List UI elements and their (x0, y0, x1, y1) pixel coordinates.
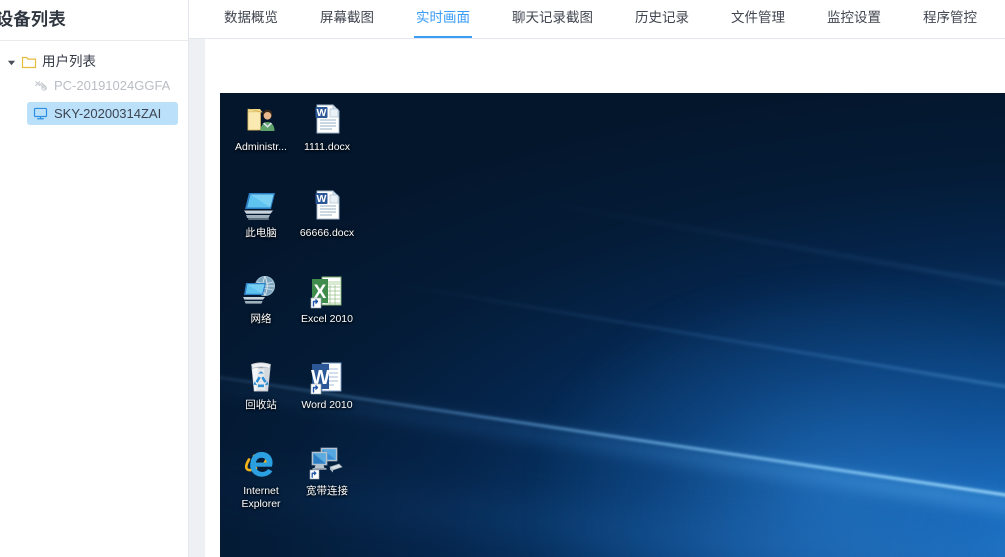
recycle-bin-icon (243, 359, 279, 395)
tab-history[interactable]: 历史记录 (635, 0, 689, 38)
remote-desktop-wallpaper: Administr... W 1111.docx 此电脑 W 66666.doc… (220, 93, 1005, 557)
remote-screen-viewport[interactable]: Administr... W 1111.docx 此电脑 W 66666.doc… (220, 93, 1005, 557)
desktop-icon-label: 网络 (250, 313, 272, 325)
excel-shortcut-icon: X (309, 273, 345, 309)
main-area: 数据概览 屏幕截图 实时画面 聊天记录截图 历史记录 文件管理 监控设置 程序管… (189, 0, 1005, 557)
tree-root-label: 用户列表 (42, 54, 96, 69)
desktop-icon-66666-docx[interactable]: W 66666.docx (295, 183, 359, 269)
tab-monitor-settings[interactable]: 监控设置 (827, 0, 881, 38)
svg-text:W: W (317, 107, 327, 119)
desktop-icon-recycle-bin[interactable]: 回收站 (229, 355, 293, 441)
desktop-icon-label: 回收站 (245, 399, 277, 411)
tab-file-management[interactable]: 文件管理 (731, 0, 785, 38)
device-list-sidebar: 设备列表 用户列表 PC-20191024GGFA SKY-20200314ZA… (0, 0, 189, 557)
desktop-icon-network[interactable]: 网络 (229, 269, 293, 355)
desktop-icon-internet-explorer[interactable]: Internet Explorer (229, 441, 293, 527)
word-shortcut-icon: W (309, 359, 345, 395)
device-name: PC-20191024GGFA (54, 78, 171, 93)
broadband-connection-icon (309, 445, 345, 481)
internet-explorer-icon (243, 445, 279, 481)
desktop-icon-grid: Administr... W 1111.docx 此电脑 W 66666.doc… (229, 97, 389, 527)
word-document-icon: W (309, 187, 345, 223)
word-document-icon: W (309, 101, 345, 137)
disconnected-icon (33, 78, 48, 93)
desktop-icon-this-pc[interactable]: 此电脑 (229, 183, 293, 269)
page-title: 设备列表 (0, 10, 66, 29)
desktop-icon-administrator[interactable]: Administr... (229, 97, 293, 183)
tab-live-screen[interactable]: 实时画面 (414, 0, 472, 38)
desktop-icon-label: Internet Explorer (241, 485, 281, 510)
desktop-icon-label: Administr... (235, 141, 287, 153)
app-root: 设备列表 用户列表 PC-20191024GGFA SKY-20200314ZA… (0, 0, 1005, 557)
live-screen-panel: Administr... W 1111.docx 此电脑 W 66666.doc… (205, 39, 1005, 557)
caret-down-icon[interactable] (4, 55, 18, 69)
device-item-online-selected[interactable]: SKY-20200314ZAI (27, 102, 178, 125)
desktop-icon-label: 66666.docx (299, 227, 355, 239)
tab-chat-log-screenshots[interactable]: 聊天记录截图 (512, 0, 593, 38)
device-tree: 用户列表 PC-20191024GGFA SKY-20200314ZAI (0, 41, 188, 125)
device-name: SKY-20200314ZAI (54, 106, 162, 121)
desktop-icon-label: 宽带连接 (306, 485, 348, 497)
content-wrapper: Administr... W 1111.docx 此电脑 W 66666.doc… (189, 39, 1005, 557)
desktop-icon-label: Word 2010 (301, 399, 353, 411)
this-pc-icon (243, 187, 279, 223)
svg-text:W: W (317, 193, 327, 205)
wallpaper-glow (534, 278, 1005, 557)
tab-data-overview[interactable]: 数据概览 (224, 0, 278, 38)
desktop-icon-excel-2010[interactable]: X Excel 2010 (295, 269, 359, 355)
tab-program-control[interactable]: 程序管控 (923, 0, 977, 38)
tab-bar: 数据概览 屏幕截图 实时画面 聊天记录截图 历史记录 文件管理 监控设置 程序管… (189, 0, 1005, 39)
monitor-icon (33, 106, 48, 121)
desktop-icon-label: 此电脑 (245, 227, 277, 239)
network-icon (243, 273, 279, 309)
desktop-icon-label: 1111.docx (303, 141, 351, 153)
tree-root-user-list[interactable]: 用户列表 (0, 50, 188, 74)
desktop-icon-label: Excel 2010 (301, 313, 353, 325)
tab-screenshots[interactable]: 屏幕截图 (320, 0, 374, 38)
desktop-icon-broadband-connection[interactable]: 宽带连接 (295, 441, 359, 527)
device-item-offline[interactable]: PC-20191024GGFA (27, 74, 178, 97)
desktop-icon-1111-docx[interactable]: W 1111.docx (295, 97, 359, 183)
desktop-icon-word-2010[interactable]: W Word 2010 (295, 355, 359, 441)
folder-icon (21, 54, 37, 70)
user-folder-icon (243, 101, 279, 137)
